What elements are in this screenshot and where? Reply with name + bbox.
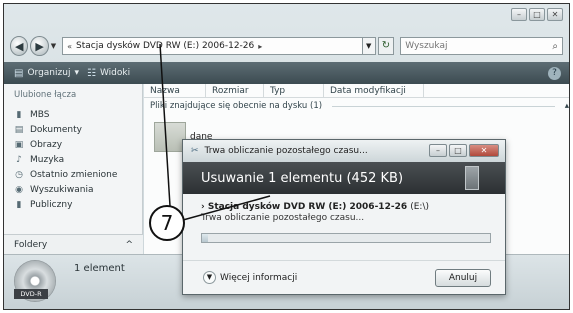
dialog-controls: – □ ✕ <box>429 144 499 157</box>
back-arrow-icon[interactable]: ◀ <box>10 36 29 56</box>
group-header[interactable]: Pliki znajdujące się obecnie na dysku (1… <box>144 101 569 111</box>
sidebar-item-label: Publiczny <box>30 199 73 210</box>
sidebar-item-label: Wyszukiwania <box>30 184 94 195</box>
column-headers: Nazwa Rozmiar Typ Data modyfikacji <box>144 83 569 98</box>
public-folder-icon: ▮ <box>16 199 22 210</box>
column-header-date[interactable]: Data modyfikacji <box>324 83 424 98</box>
dialog-titlebar[interactable]: ✂ Trwa obliczanie pozostałego czasu... –… <box>183 140 505 162</box>
navigation-pane: Ulubione łącza ▮ MBS ▤ Dokumenty ▣ Obraz… <box>4 84 143 254</box>
dialog-minimize-button[interactable]: – <box>429 144 447 157</box>
dialog-close-button[interactable]: ✕ <box>469 144 499 157</box>
folder-icon: ▮ <box>16 109 22 120</box>
folders-toggle[interactable]: Foldery ^ <box>4 234 143 254</box>
documents-icon: ▤ <box>14 124 24 135</box>
sidebar-item-music[interactable]: ♪ Muzyka <box>14 152 142 167</box>
organize-label: Organizuj <box>27 68 71 78</box>
favorites-title: Ulubione łącza <box>14 90 77 100</box>
views-button[interactable]: ☷ Widoki <box>87 68 130 79</box>
sidebar-item-label: Dokumenty <box>30 124 82 135</box>
sidebar-item-searches[interactable]: ◉ Wyszukiwania <box>14 182 142 197</box>
breadcrumb-overflow[interactable]: « <box>67 42 72 51</box>
banner-title: Usuwanie 1 elementu (452 KB) <box>201 170 404 186</box>
dialog-banner: Usuwanie 1 elementu (452 KB) <box>183 162 505 194</box>
views-label: Widoki <box>99 68 131 78</box>
organize-button[interactable]: ▤ Organizuj ▾ <box>14 68 79 79</box>
group-divider <box>332 105 555 107</box>
dialog-footer: ▼ Więcej informacji Anuluj <box>183 260 505 294</box>
recycle-bin-icon <box>465 166 479 190</box>
dialog-maximize-button[interactable]: □ <box>449 144 467 157</box>
progress-fill <box>202 234 208 242</box>
destination-arrow-icon: › <box>201 202 205 212</box>
sidebar-item-label: Ostatnio zmienione <box>30 169 118 180</box>
disc-label: DVD-R <box>14 289 48 299</box>
callout-number: 7 <box>149 205 185 241</box>
sidebar-item-mbs[interactable]: ▮ MBS <box>14 107 142 122</box>
search-icon[interactable]: ⌕ <box>552 41 558 52</box>
sidebar-item-public[interactable]: ▮ Publiczny <box>14 197 142 212</box>
breadcrumb-arrow-icon[interactable]: ▸ <box>258 42 262 51</box>
explorer-window: – □ ✕ ◀ ▶ ▼ « Stacja dysków DVD RW (E:) … <box>4 4 569 309</box>
sidebar-item-recent[interactable]: ◷ Ostatnio zmienione <box>14 167 142 182</box>
dialog-title: Trwa obliczanie pozostałego czasu... <box>204 146 368 156</box>
column-header-type[interactable]: Typ <box>264 83 324 98</box>
more-info-toggle[interactable]: ▼ Więcej informacji <box>203 271 297 284</box>
search-folder-icon: ◉ <box>15 184 23 195</box>
breadcrumb-current[interactable]: Stacja dysków DVD RW (E:) 2006-12-26 <box>76 41 254 51</box>
cancel-button[interactable]: Anuluj <box>435 268 491 287</box>
minimize-button[interactable]: – <box>511 8 527 21</box>
sidebar-item-documents[interactable]: ▤ Dokumenty <box>14 122 142 137</box>
pictures-icon: ▣ <box>14 139 24 150</box>
command-toolbar: ▤ Organizuj ▾ ☷ Widoki ? <box>4 62 569 84</box>
recent-pages-dropdown[interactable]: ▼ <box>51 42 56 50</box>
music-icon: ♪ <box>16 154 22 165</box>
destination-line: › Stacja dysków DVD RW (E:) 2006-12-26 (… <box>201 202 491 212</box>
group-title: Pliki znajdujące się obecnie na dysku (1… <box>150 101 323 111</box>
views-icon: ☷ <box>86 67 96 79</box>
address-dropdown-button[interactable]: ▼ <box>362 37 376 55</box>
maximize-button[interactable]: □ <box>529 8 545 21</box>
destination-drive: (E:\) <box>410 202 430 212</box>
item-count: 1 element <box>74 263 125 274</box>
column-header-name[interactable]: Nazwa <box>144 83 206 98</box>
chevron-up-icon: ^ <box>125 239 133 250</box>
forward-arrow-icon[interactable]: ▶ <box>30 36 49 56</box>
help-icon[interactable]: ? <box>548 66 561 80</box>
refresh-icon[interactable]: ↻ <box>377 37 395 55</box>
screenshot-frame: – □ ✕ ◀ ▶ ▼ « Stacja dysków DVD RW (E:) … <box>3 3 570 310</box>
chevron-down-icon: ▾ <box>74 68 79 78</box>
delete-progress-dialog: ✂ Trwa obliczanie pozostałego czasu... –… <box>182 139 506 295</box>
address-field[interactable]: « Stacja dysków DVD RW (E:) 2006-12-26 ▸ <box>62 37 363 55</box>
sidebar-item-label: Obrazy <box>30 139 63 150</box>
address-bar: ◀ ▶ ▼ « Stacja dysków DVD RW (E:) 2006-1… <box>10 34 563 58</box>
organize-icon: ▤ <box>14 67 24 79</box>
window-controls: – □ ✕ <box>511 8 563 21</box>
delete-icon: ✂ <box>191 146 199 156</box>
close-button[interactable]: ✕ <box>547 8 563 21</box>
destination-name: Stacja dysków DVD RW (E:) 2006-12-26 <box>207 202 408 212</box>
dialog-body: › Stacja dysków DVD RW (E:) 2006-12-26 (… <box>183 194 505 243</box>
progress-bar <box>201 233 491 243</box>
search-box[interactable]: ⌕ <box>400 37 563 55</box>
collapse-icon[interactable]: ▴ <box>565 101 569 111</box>
sidebar-item-label: MBS <box>30 109 50 120</box>
sidebar-item-pictures[interactable]: ▣ Obrazy <box>14 137 142 152</box>
sidebar-item-label: Muzyka <box>30 154 65 165</box>
status-text: Trwa obliczanie pozostałego czasu... <box>201 213 365 223</box>
chevron-down-icon[interactable]: ▼ <box>203 271 216 284</box>
column-header-size[interactable]: Rozmiar <box>206 83 264 98</box>
search-input[interactable] <box>405 41 546 51</box>
folders-label: Foldery <box>14 239 48 250</box>
recent-icon: ◷ <box>15 169 23 180</box>
more-info-label: Więcej informacji <box>220 272 298 283</box>
